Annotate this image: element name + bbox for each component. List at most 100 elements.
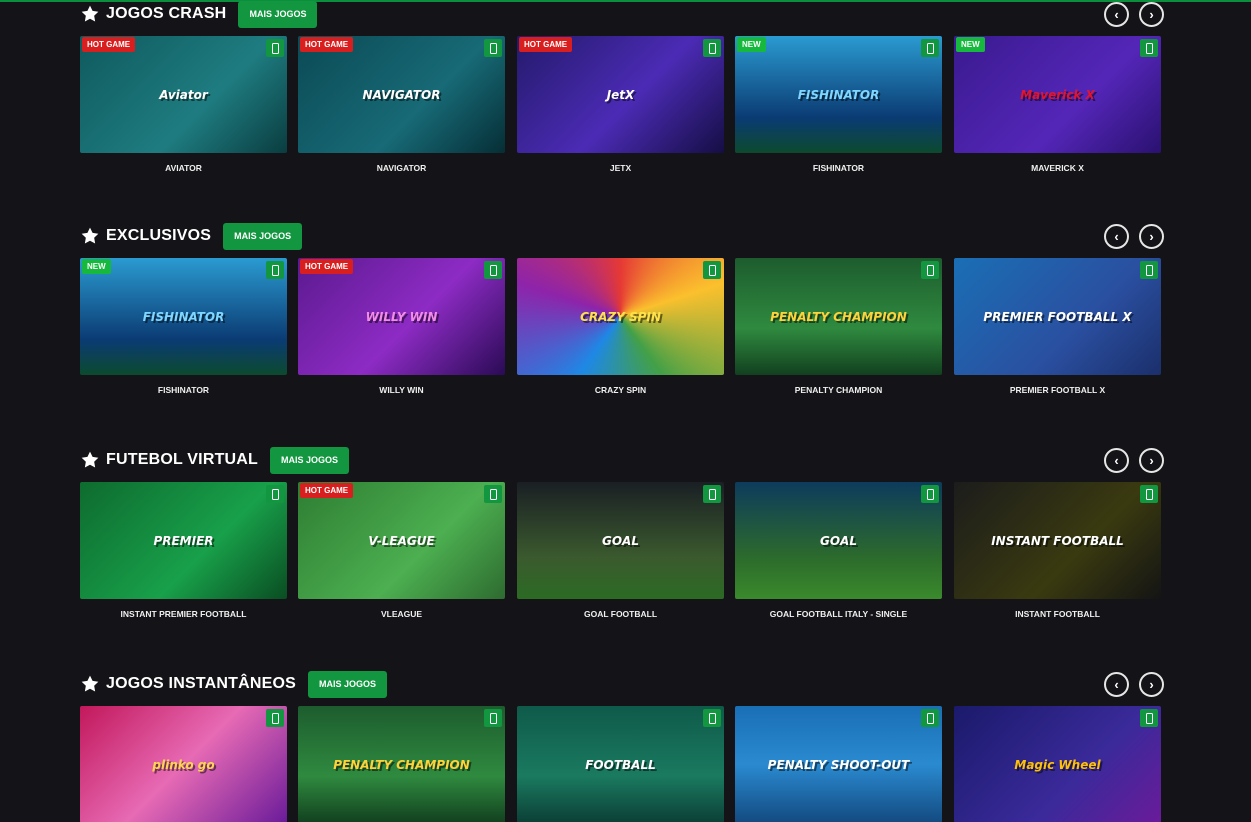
game-art-title: GOAL <box>820 533 857 548</box>
game-card[interactable]: GOAL GOAL FOOTBALL <box>517 482 726 619</box>
game-thumbnail[interactable]: Aviator HOT GAME <box>80 36 287 153</box>
game-name[interactable]: PENALTY CHAMPION <box>735 385 942 395</box>
game-thumbnail[interactable]: PREMIER FOOTBALL X <box>954 258 1161 375</box>
game-card[interactable]: JetX HOT GAME JETX <box>517 36 726 173</box>
chevron-left-icon[interactable]: ‹ <box>1104 2 1129 27</box>
game-thumbnail[interactable]: CRAZY SPIN <box>517 258 724 375</box>
game-badge: NEW <box>82 259 111 274</box>
carousel-nav: ‹ › <box>1104 448 1164 473</box>
game-thumbnail[interactable]: INSTANT FOOTBALL <box>954 482 1161 599</box>
game-thumbnail[interactable]: PENALTY CHAMPION <box>298 706 505 822</box>
section-title: JOGOS CRASH <box>106 5 227 22</box>
chevron-left-icon[interactable]: ‹ <box>1104 448 1129 473</box>
star-icon <box>80 4 100 24</box>
game-thumbnail[interactable]: FISHINATOR NEW <box>735 36 942 153</box>
game-card[interactable]: FOOTBALL <box>517 706 726 822</box>
section-title: EXCLUSIVOS <box>106 227 212 244</box>
game-art-title: PENALTY CHAMPION <box>770 309 907 324</box>
more-games-button[interactable]: MAIS JOGOS <box>270 446 350 474</box>
mobile-icon <box>266 261 284 279</box>
game-name[interactable]: GOAL FOOTBALL <box>517 609 724 619</box>
game-badge: NEW <box>737 37 766 52</box>
chevron-right-icon[interactable]: › <box>1139 2 1164 27</box>
chevron-right-icon[interactable]: › <box>1139 448 1164 473</box>
mobile-icon <box>484 485 502 503</box>
mobile-icon <box>484 261 502 279</box>
game-name[interactable]: INSTANT FOOTBALL <box>954 609 1161 619</box>
chevron-left-icon[interactable]: ‹ <box>1104 224 1129 249</box>
game-thumbnail[interactable]: PREMIER <box>80 482 287 599</box>
game-art-title: WILLY WIN <box>365 309 438 324</box>
section-header: FUTEBOL VIRTUAL MAIS JOGOS <box>80 446 350 474</box>
section-title: FUTEBOL VIRTUAL <box>106 451 259 468</box>
game-art-title: FOOTBALL <box>585 757 656 772</box>
game-thumbnail[interactable]: WILLY WIN HOT GAME <box>298 258 505 375</box>
game-art-title: PREMIER FOOTBALL X <box>983 309 1132 324</box>
game-name[interactable]: JETX <box>517 163 724 173</box>
game-card[interactable]: V-LEAGUE HOT GAME VLEAGUE <box>298 482 507 619</box>
game-thumbnail[interactable]: Maverick X NEW <box>954 36 1161 153</box>
game-card[interactable]: NAVIGATOR HOT GAME NAVIGATOR <box>298 36 507 173</box>
chevron-left-icon[interactable]: ‹ <box>1104 672 1129 697</box>
game-art-title: JetX <box>606 87 635 102</box>
game-card[interactable]: FISHINATOR NEW FISHINATOR <box>735 36 944 173</box>
game-name[interactable]: NAVIGATOR <box>298 163 505 173</box>
chevron-right-icon[interactable]: › <box>1139 672 1164 697</box>
game-card[interactable]: PENALTY CHAMPION PENALTY CHAMPION <box>735 258 944 395</box>
game-badge: HOT GAME <box>519 37 573 52</box>
mobile-icon <box>1140 709 1158 727</box>
game-card[interactable]: PREMIER FOOTBALL X PREMIER FOOTBALL X <box>954 258 1163 395</box>
game-thumbnail[interactable]: GOAL <box>517 482 724 599</box>
game-card[interactable]: PENALTY SHOOT-OUT <box>735 706 944 822</box>
carousel-nav: ‹ › <box>1104 672 1164 697</box>
game-thumbnail[interactable]: PENALTY CHAMPION <box>735 258 942 375</box>
game-art-title: V-LEAGUE <box>368 533 435 548</box>
game-name[interactable]: MAVERICK X <box>954 163 1161 173</box>
mobile-icon <box>921 709 939 727</box>
game-thumbnail[interactable]: Magic Wheel <box>954 706 1161 822</box>
game-thumbnail[interactable]: FOOTBALL <box>517 706 724 822</box>
game-name[interactable]: INSTANT PREMIER FOOTBALL <box>80 609 287 619</box>
game-badge: NEW <box>956 37 985 52</box>
mobile-icon <box>266 709 284 727</box>
game-thumbnail[interactable]: V-LEAGUE HOT GAME <box>298 482 505 599</box>
game-card[interactable]: plinko go <box>80 706 289 822</box>
game-art-title: NAVIGATOR <box>362 87 441 102</box>
mobile-icon <box>703 709 721 727</box>
game-name[interactable]: FISHINATOR <box>80 385 287 395</box>
game-name[interactable]: GOAL FOOTBALL ITALY - SINGLE <box>735 609 942 619</box>
game-art-title: PENALTY CHAMPION <box>333 757 470 772</box>
more-games-button[interactable]: MAIS JOGOS <box>223 222 303 250</box>
game-name[interactable]: WILLY WIN <box>298 385 505 395</box>
game-name[interactable]: FISHINATOR <box>735 163 942 173</box>
game-thumbnail[interactable]: PENALTY SHOOT-OUT <box>735 706 942 822</box>
mobile-icon <box>484 709 502 727</box>
game-art-title: FISHINATOR <box>142 309 225 324</box>
chevron-right-icon[interactable]: › <box>1139 224 1164 249</box>
more-games-button[interactable]: MAIS JOGOS <box>238 0 318 28</box>
game-thumbnail[interactable]: plinko go <box>80 706 287 822</box>
game-card[interactable]: PREMIER INSTANT PREMIER FOOTBALL <box>80 482 289 619</box>
game-card[interactable]: INSTANT FOOTBALL INSTANT FOOTBALL <box>954 482 1163 619</box>
game-card[interactable]: CRAZY SPIN CRAZY SPIN <box>517 258 726 395</box>
game-card[interactable]: FISHINATOR NEW FISHINATOR <box>80 258 289 395</box>
game-thumbnail[interactable]: GOAL <box>735 482 942 599</box>
game-name[interactable]: VLEAGUE <box>298 609 505 619</box>
game-art-title: CRAZY SPIN <box>580 309 661 324</box>
game-card[interactable]: PENALTY CHAMPION <box>298 706 507 822</box>
game-thumbnail[interactable]: JetX HOT GAME <box>517 36 724 153</box>
game-name[interactable]: CRAZY SPIN <box>517 385 724 395</box>
mobile-icon <box>1140 39 1158 57</box>
game-card[interactable]: GOAL GOAL FOOTBALL ITALY - SINGLE <box>735 482 944 619</box>
mobile-icon <box>266 39 284 57</box>
game-card[interactable]: Maverick X NEW MAVERICK X <box>954 36 1163 173</box>
game-card[interactable]: Magic Wheel <box>954 706 1163 822</box>
game-card[interactable]: WILLY WIN HOT GAME WILLY WIN <box>298 258 507 395</box>
game-art-title: Magic Wheel <box>1014 757 1101 772</box>
game-name[interactable]: AVIATOR <box>80 163 287 173</box>
more-games-button[interactable]: MAIS JOGOS <box>308 670 388 698</box>
game-card[interactable]: Aviator HOT GAME AVIATOR <box>80 36 289 173</box>
game-thumbnail[interactable]: FISHINATOR NEW <box>80 258 287 375</box>
game-name[interactable]: PREMIER FOOTBALL X <box>954 385 1161 395</box>
game-thumbnail[interactable]: NAVIGATOR HOT GAME <box>298 36 505 153</box>
